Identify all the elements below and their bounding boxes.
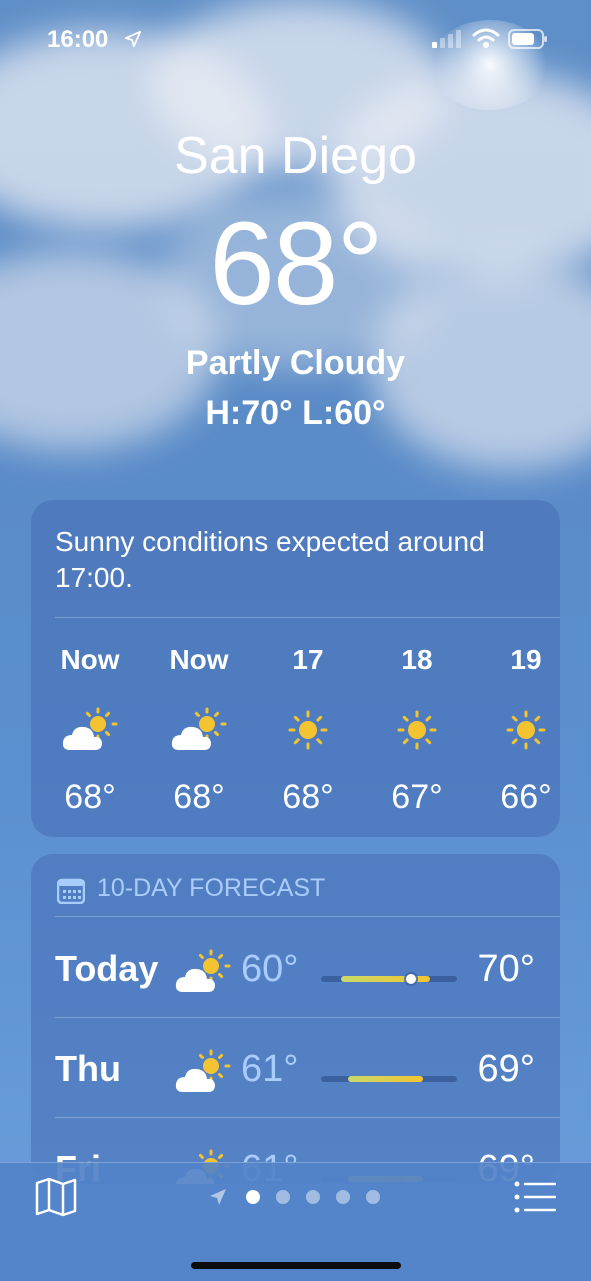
partly-cloudy-icon [170, 707, 227, 752]
hourly-item[interactable]: Now 68° [144, 644, 254, 817]
forecast-row[interactable]: Thu 61° 69° [31, 1018, 560, 1118]
ten-day-forecast-card[interactable]: 10-DAY FORECAST Today 60° 70° Thu 61° 69… [31, 854, 560, 1184]
hour-label: 18 [401, 644, 433, 675]
page-dot[interactable] [306, 1190, 320, 1204]
hourly-item[interactable]: 18 67° [362, 644, 472, 817]
sun-icon [288, 710, 328, 750]
temperature-range-bar [321, 974, 457, 984]
low-temperature: 60° [241, 948, 299, 990]
high-temperature: 70° [477, 948, 535, 990]
forecast-row[interactable]: Today 60° 70° [31, 918, 560, 1018]
hour-label: Now [169, 644, 229, 675]
location-arrow-icon [210, 1189, 226, 1205]
current-temperature: 68° [209, 198, 383, 330]
high-temperature: 69° [477, 1048, 535, 1090]
conditions-summary: Sunny conditions expected around 17:00. [55, 526, 485, 593]
temperature-range-fill [348, 1076, 423, 1082]
calendar-icon [57, 878, 85, 904]
page-dot[interactable] [246, 1190, 260, 1204]
hour-label: Now [60, 644, 120, 675]
status-bar: 16:00 [0, 0, 591, 80]
forecast-day: Today [55, 948, 159, 989]
temperature-range-fill [341, 976, 430, 982]
temperature-range-bar [321, 1076, 457, 1082]
divider [55, 916, 560, 917]
hour-temperature: 68° [64, 778, 116, 816]
hour-temperature: 68° [173, 778, 225, 816]
divider [55, 617, 560, 618]
city-name: San Diego [174, 127, 417, 185]
sun-icon [506, 710, 546, 750]
hourly-forecast-card[interactable]: Sunny conditions expected around 17:00. … [31, 500, 560, 837]
status-time: 16:00 [47, 26, 109, 53]
home-indicator[interactable] [191, 1262, 401, 1269]
list-icon[interactable] [514, 1181, 556, 1213]
current-condition: Partly Cloudy [185, 344, 406, 382]
hour-temperature: 66° [500, 778, 552, 816]
wifi-icon [472, 28, 500, 48]
partly-cloudy-icon [174, 1049, 231, 1094]
hourly-item[interactable]: Now 68° [35, 644, 145, 817]
forecast-title: 10-DAY FORECAST [97, 874, 326, 902]
partly-cloudy-icon [61, 707, 118, 752]
map-icon[interactable] [35, 1177, 77, 1217]
hour-temperature: 68° [282, 778, 334, 816]
battery-icon [508, 29, 547, 49]
low-temperature: 61° [241, 1048, 299, 1090]
page-dot[interactable] [276, 1190, 290, 1204]
sun-icon [397, 710, 437, 750]
page-dot[interactable] [336, 1190, 350, 1204]
hour-label: 17 [292, 644, 324, 675]
page-dot[interactable] [366, 1190, 380, 1204]
current-temperature-marker [405, 974, 416, 984]
forecast-day: Thu [55, 1048, 121, 1089]
hour-label: 19 [510, 644, 542, 675]
partly-cloudy-icon [174, 949, 231, 994]
hourly-item[interactable]: 19 66° [471, 644, 581, 817]
high-low-temperature: H:70° L:60° [205, 394, 386, 432]
hourly-item[interactable]: 17 68° [253, 644, 363, 817]
cellular-signal-icon [432, 30, 461, 48]
location-arrow-icon [124, 30, 142, 48]
hour-temperature: 67° [391, 778, 443, 816]
